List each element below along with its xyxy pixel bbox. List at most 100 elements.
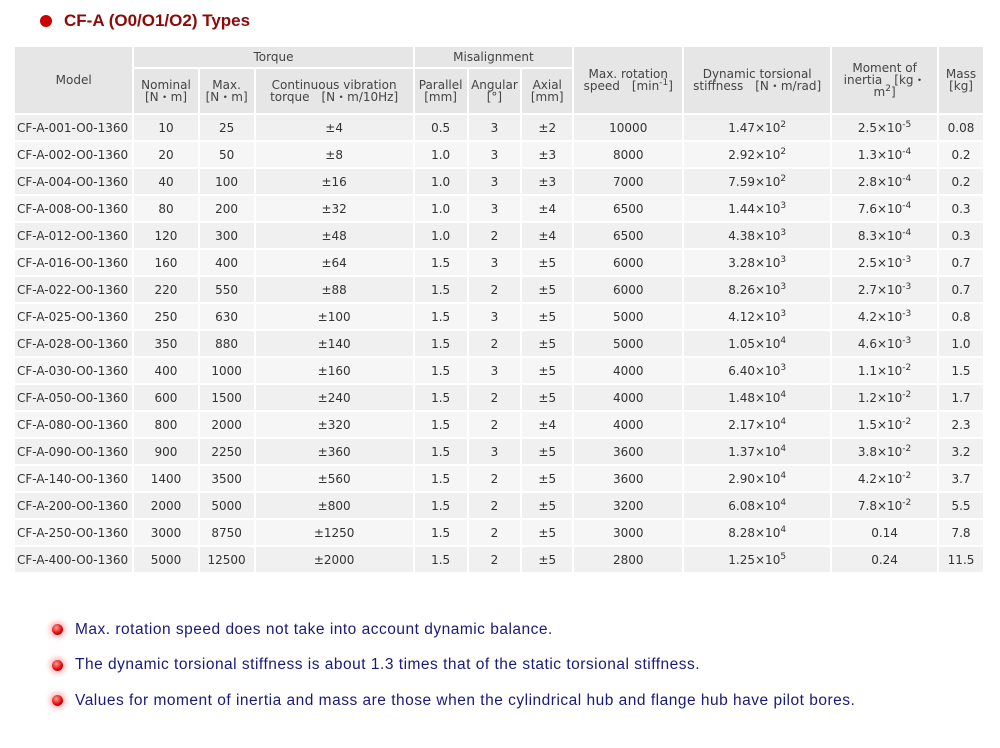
header-parallel: Parallel [mm] [414,69,467,113]
table-cell: 2.90×104 [684,466,831,491]
table-cell: 600 [134,385,198,410]
table-cell: 2 [468,331,521,356]
table-cell: CF-A-008-O0-1360 [15,196,133,221]
table-cell: 1400 [134,466,198,491]
table-cell: 1.5 [414,466,467,491]
table-cell: 2000 [199,412,254,437]
table-cell: 1.5 [939,358,983,383]
table-cell: 350 [134,331,198,356]
header-angular: Angular [°] [468,69,521,113]
table-cell: 0.7 [939,277,983,302]
table-cell: ±3 [522,142,573,167]
table-row: CF-A-012-O0-1360 120 300 ±48 1.0 2 ±4 6500 4.38×… [15,223,983,248]
table-cell: 4.38×103 [684,223,831,248]
table-row: CF-A-004-O0-1360 40 100 ±16 1.0 3 ±3 7000 7.59×1… [15,169,983,194]
table-cell: 1.0 [414,223,467,248]
table-cell: CF-A-080-O0-1360 [15,412,133,437]
bullet-icon [40,15,52,27]
table-cell: 0.7 [939,250,983,275]
table-cell: 8.3×10-4 [832,223,938,248]
header-nominal: Nominal [N・m] [134,69,198,113]
table-cell: 5000 [134,547,198,572]
table-cell: 6000 [574,250,683,275]
table-cell: CF-A-250-O0-1360 [15,520,133,545]
table-cell: 1.0 [939,331,983,356]
note-text: Max. rotation speed does not take into a… [75,620,553,638]
table-cell: CF-A-090-O0-1360 [15,439,133,464]
table-cell: ±100 [255,304,413,329]
table-cell: ±320 [255,412,413,437]
table-cell: 900 [134,439,198,464]
table-cell: 1.5 [414,277,467,302]
table-cell: 6500 [574,223,683,248]
table-row: CF-A-200-O0-1360 2000 5000 ±800 1.5 2 ±5 3200 6.… [15,493,983,518]
table-row: CF-A-001-O0-1360 10 25 ±4 0.5 3 ±2 10000 1.47×10… [15,115,983,140]
table-cell: 3.7 [939,466,983,491]
section-title: CF-A (O0/O1/O2) Types [40,11,250,31]
table-cell: 0.08 [939,115,983,140]
table-cell: 4000 [574,385,683,410]
table-cell: 2.3 [939,412,983,437]
table-cell: ±8 [255,142,413,167]
table-cell: 7.8×10-2 [832,493,938,518]
table-cell: ±5 [522,493,573,518]
table-cell: 1.25×105 [684,547,831,572]
table-cell: 250 [134,304,198,329]
table-cell: ±240 [255,385,413,410]
table-cell: 1.48×104 [684,385,831,410]
table-cell: 1.1×10-2 [832,358,938,383]
table-cell: CF-A-004-O0-1360 [15,169,133,194]
table-cell: 6.40×103 [684,358,831,383]
table-cell: 1.5 [414,547,467,572]
note: Values for moment of inertia and mass ar… [52,683,855,719]
table-cell: ±5 [522,547,573,572]
table-cell: 0.3 [939,223,983,248]
table-cell: 3 [468,142,521,167]
table-cell: 400 [199,250,254,275]
table-cell: 1.44×103 [684,196,831,221]
table-cell: 550 [199,277,254,302]
table-cell: 2.5×10-3 [832,250,938,275]
table-cell: 2 [468,223,521,248]
table-cell: 1.5 [414,520,467,545]
table-row: CF-A-016-O0-1360 160 400 ±64 1.5 3 ±5 6000 3.28×… [15,250,983,275]
table-cell: CF-A-400-O0-1360 [15,547,133,572]
table-cell: CF-A-025-O0-1360 [15,304,133,329]
table-cell: ±32 [255,196,413,221]
table-cell: 3600 [574,466,683,491]
table-cell: 2.7×10-3 [832,277,938,302]
table-row: CF-A-002-O0-1360 20 50 ±8 1.0 3 ±3 8000 2.92×102… [15,142,983,167]
table-cell: CF-A-016-O0-1360 [15,250,133,275]
table-row: CF-A-400-O0-1360 5000 12500 ±2000 1.5 2 ±5 2800… [15,547,983,572]
table-cell: ±800 [255,493,413,518]
table-cell: 1.5×10-2 [832,412,938,437]
table-cell: 1.5 [414,358,467,383]
table-cell: 4.2×10-3 [832,304,938,329]
table-cell: 1500 [199,385,254,410]
table-cell: ±5 [522,520,573,545]
table-cell: ±4 [522,412,573,437]
title-text: CF-A (O0/O1/O2) Types [64,11,251,30]
header-torque: Torque [134,47,413,67]
table-cell: ±5 [522,331,573,356]
table-cell: 1.0 [414,142,467,167]
table-cell: 2 [468,466,521,491]
table-cell: CF-A-002-O0-1360 [15,142,133,167]
table-cell: 5000 [199,493,254,518]
table-cell: 3 [468,250,521,275]
table-cell: 1.3×10-4 [832,142,938,167]
table-cell: ±88 [255,277,413,302]
table-cell: 1.5 [414,331,467,356]
table-cell: ±360 [255,439,413,464]
table-cell: 3200 [574,493,683,518]
table-cell: ±5 [522,358,573,383]
notes: Max. rotation speed does not take into a… [52,612,855,719]
table-cell: 3500 [199,466,254,491]
table-cell: CF-A-030-O0-1360 [15,358,133,383]
table-cell: ±5 [522,250,573,275]
table-cell: 1.0 [414,169,467,194]
table-cell: 3 [468,169,521,194]
table-cell: 3000 [134,520,198,545]
table-cell: ±1250 [255,520,413,545]
table-cell: 3 [468,196,521,221]
